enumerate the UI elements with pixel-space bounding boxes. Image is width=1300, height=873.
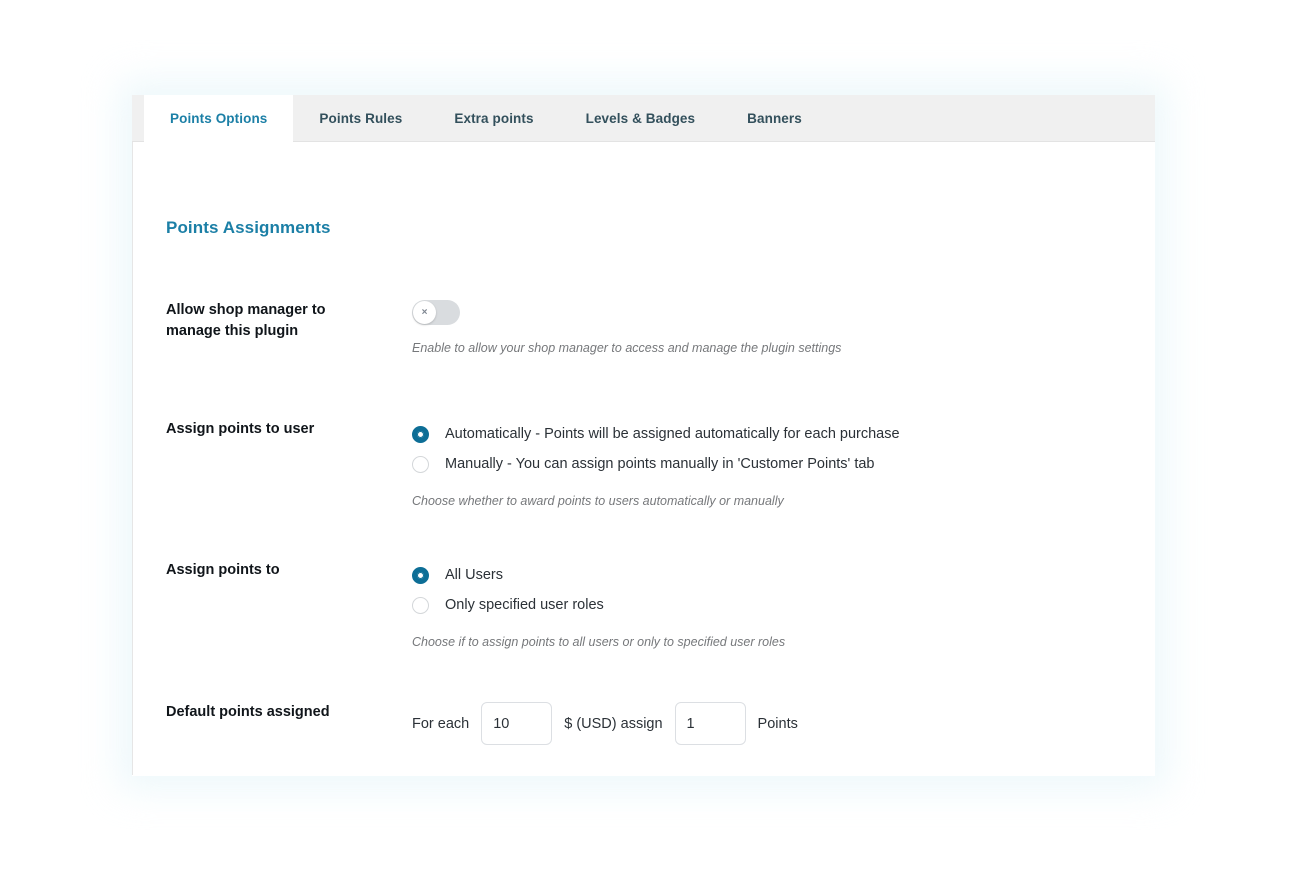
radio-all-users-indicator[interactable]	[412, 566, 429, 584]
setting-row-default-points: Default points assigned For each $ (USD)…	[133, 702, 1155, 745]
radio-automatically-label[interactable]: Automatically - Points will be assigned …	[445, 426, 900, 442]
shop-manager-toggle[interactable]: ×	[412, 300, 460, 325]
setting-field-assign-points-to: All Users Only specified user roles Choo…	[378, 560, 1155, 652]
amount-input[interactable]	[481, 702, 553, 745]
tab-extra-points[interactable]: Extra points	[428, 95, 559, 141]
for-each-label: For each	[412, 715, 470, 732]
tab-panel-points-options: Points Assignments Allow shop manager to…	[132, 142, 1155, 775]
setting-field-shop-manager: × Enable to allow your shop manager to a…	[378, 300, 1155, 358]
tab-bar: Points Options Points Rules Extra points…	[132, 95, 1155, 142]
tab-levels-badges[interactable]: Levels & Badges	[560, 95, 722, 141]
setting-field-default-points: For each $ (USD) assign Points	[378, 702, 1155, 745]
radio-automatically-indicator[interactable]	[412, 425, 429, 443]
default-points-inline-group: For each $ (USD) assign Points	[412, 702, 1155, 745]
points-label: Points	[757, 715, 798, 732]
radio-manually-label[interactable]: Manually - You can assign points manuall…	[445, 456, 875, 472]
setting-row-shop-manager: Allow shop manager to manage this plugin…	[133, 300, 1155, 358]
radio-option-manually[interactable]: Manually - You can assign points manuall…	[412, 449, 1155, 479]
toggle-knob-cross-icon: ×	[413, 301, 436, 324]
radio-specified-roles-indicator[interactable]	[412, 596, 429, 614]
settings-card: Points Options Points Rules Extra points…	[132, 95, 1155, 776]
tab-points-options[interactable]: Points Options	[144, 95, 294, 142]
help-text-assign-points-to: Choose if to assign points to all users …	[412, 635, 786, 649]
usd-assign-label: $ (USD) assign	[564, 715, 663, 732]
radio-option-all-users[interactable]: All Users	[412, 560, 1155, 590]
radio-option-automatically[interactable]: Automatically - Points will be assigned …	[412, 419, 1155, 449]
setting-row-assign-points-to: Assign points to All Users Only specifie…	[133, 560, 1155, 652]
setting-field-assign-points-to-user: Automatically - Points will be assigned …	[378, 419, 1155, 511]
setting-label-default-points: Default points assigned	[166, 704, 330, 720]
page-root: Points Options Points Rules Extra points…	[0, 0, 1300, 873]
radio-all-users-label[interactable]: All Users	[445, 567, 503, 583]
help-text-shop-manager: Enable to allow your shop manager to acc…	[412, 341, 842, 355]
radio-specified-roles-label[interactable]: Only specified user roles	[445, 597, 604, 613]
tab-points-rules[interactable]: Points Rules	[293, 95, 428, 141]
radio-manually-indicator[interactable]	[412, 455, 429, 473]
setting-label-assign-points-to: Assign points to	[166, 562, 280, 578]
setting-label-assign-points-to-user: Assign points to user	[166, 421, 315, 437]
tab-banners[interactable]: Banners	[721, 95, 828, 141]
help-text-assign-points-to-user: Choose whether to award points to users …	[412, 494, 784, 508]
setting-label-shop-manager: Allow shop manager to manage this plugin	[166, 302, 326, 340]
radio-option-specified-roles[interactable]: Only specified user roles	[412, 590, 1155, 620]
points-input[interactable]	[674, 702, 746, 745]
setting-row-assign-points-to-user: Assign points to user Automatically - Po…	[133, 419, 1155, 511]
page-title: Points Assignments	[166, 218, 331, 237]
